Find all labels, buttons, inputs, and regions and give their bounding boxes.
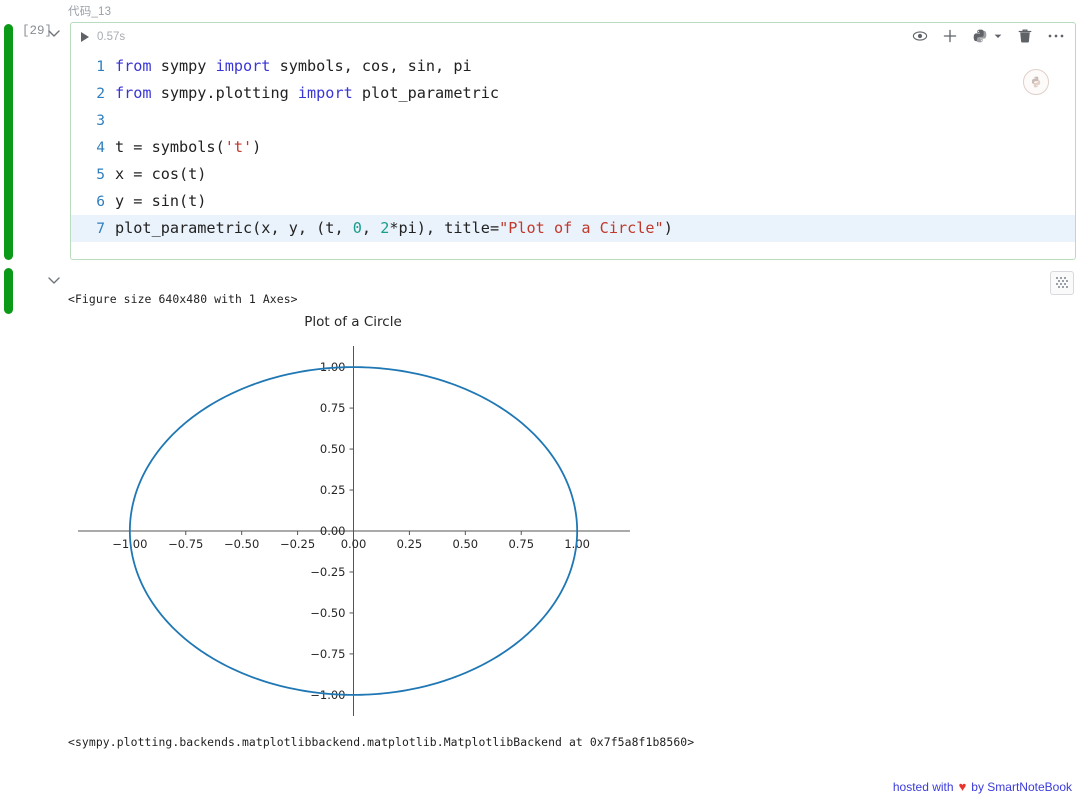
line-number: 6 bbox=[96, 193, 105, 210]
ellipsis-icon[interactable] bbox=[1047, 28, 1065, 44]
backend-repr-text: <sympy.plotting.backends.matplotlibbacke… bbox=[68, 735, 695, 749]
code-line[interactable]: 3 bbox=[71, 107, 1075, 134]
code-line[interactable]: 1 from sympy import symbols, cos, sin, pi bbox=[71, 53, 1075, 80]
footer: hosted with ♥ by SmartNoteBook bbox=[893, 779, 1072, 794]
trash-icon[interactable] bbox=[1017, 28, 1033, 44]
svg-text:0.25: 0.25 bbox=[397, 537, 423, 551]
line-number: 2 bbox=[96, 85, 105, 102]
line-number: 5 bbox=[96, 166, 105, 183]
cell-label: 代码_13 bbox=[68, 6, 112, 18]
code-editor[interactable]: 1 from sympy import symbols, cos, sin, pi… bbox=[71, 53, 1075, 259]
svg-text:0.75: 0.75 bbox=[508, 537, 534, 551]
svg-text:−0.50: −0.50 bbox=[310, 606, 345, 620]
run-status[interactable]: 0.57s bbox=[81, 31, 125, 43]
code-cell[interactable]: 0.57s 1 from sympy import symbols, cos, … bbox=[70, 22, 1076, 260]
svg-text:−0.75: −0.75 bbox=[310, 647, 345, 661]
heart-icon: ♥ bbox=[958, 779, 967, 794]
footer-prefix: hosted with bbox=[892, 779, 954, 794]
svg-text:−0.25: −0.25 bbox=[310, 565, 345, 579]
svg-text:0.75: 0.75 bbox=[320, 401, 346, 415]
execution-time: 0.57s bbox=[97, 31, 126, 43]
play-icon[interactable] bbox=[81, 32, 89, 42]
figure-canvas: Plot of a Circle −1.00 −0.75 −0.50 −0.25 0.0… bbox=[78, 314, 630, 716]
figure-repr-text: <Figure size 640x480 with 1 Axes> bbox=[68, 292, 298, 306]
line-number: 4 bbox=[96, 139, 105, 156]
collapse-code-chevron-down-icon[interactable] bbox=[46, 25, 62, 41]
code-line-active[interactable]: 7 plot_parametric(x, y, (t, 0, 2*pi), tit… bbox=[71, 215, 1075, 242]
cell-toolbar: 0.57s bbox=[71, 23, 1075, 53]
footer-suffix: by SmartNoteBook bbox=[971, 779, 1072, 794]
svg-text:−0.75: −0.75 bbox=[168, 537, 203, 551]
svg-text:0.00: 0.00 bbox=[320, 524, 346, 538]
matplotlib-figure: Plot of a Circle −1.00 −0.75 −0.50 −0.25 0.0… bbox=[70, 308, 710, 728]
svg-text:−0.50: −0.50 bbox=[224, 537, 259, 551]
chevron-down-icon[interactable] bbox=[993, 28, 1003, 44]
eye-icon[interactable] bbox=[912, 28, 928, 44]
code-line[interactable]: 2 from sympy.plotting import plot_paramet… bbox=[71, 80, 1075, 107]
cell-status-bar-output bbox=[4, 268, 13, 314]
line-number: 7 bbox=[96, 220, 105, 237]
cell-status-bar-code bbox=[4, 24, 13, 260]
line-number: 3 bbox=[96, 112, 105, 129]
line-number: 1 bbox=[96, 58, 105, 75]
collapse-output-chevron-down-icon[interactable] bbox=[46, 272, 62, 288]
output-grid-icon[interactable] bbox=[1050, 271, 1074, 295]
python-kernel-icon[interactable] bbox=[972, 28, 988, 44]
svg-text:0.25: 0.25 bbox=[320, 483, 346, 497]
svg-text:−0.25: −0.25 bbox=[280, 537, 315, 551]
plus-icon[interactable] bbox=[942, 28, 958, 44]
svg-text:0.50: 0.50 bbox=[320, 442, 346, 456]
svg-text:0.00: 0.00 bbox=[341, 537, 367, 551]
code-line[interactable]: 6y = sin(t) bbox=[71, 188, 1075, 215]
svg-text:0.50: 0.50 bbox=[453, 537, 479, 551]
chart-title: Plot of a Circle bbox=[304, 314, 402, 330]
code-line[interactable]: 5x = cos(t) bbox=[71, 161, 1075, 188]
code-line[interactable]: 4t = symbols('t') bbox=[71, 134, 1075, 161]
cell-action-icons bbox=[912, 28, 1065, 44]
